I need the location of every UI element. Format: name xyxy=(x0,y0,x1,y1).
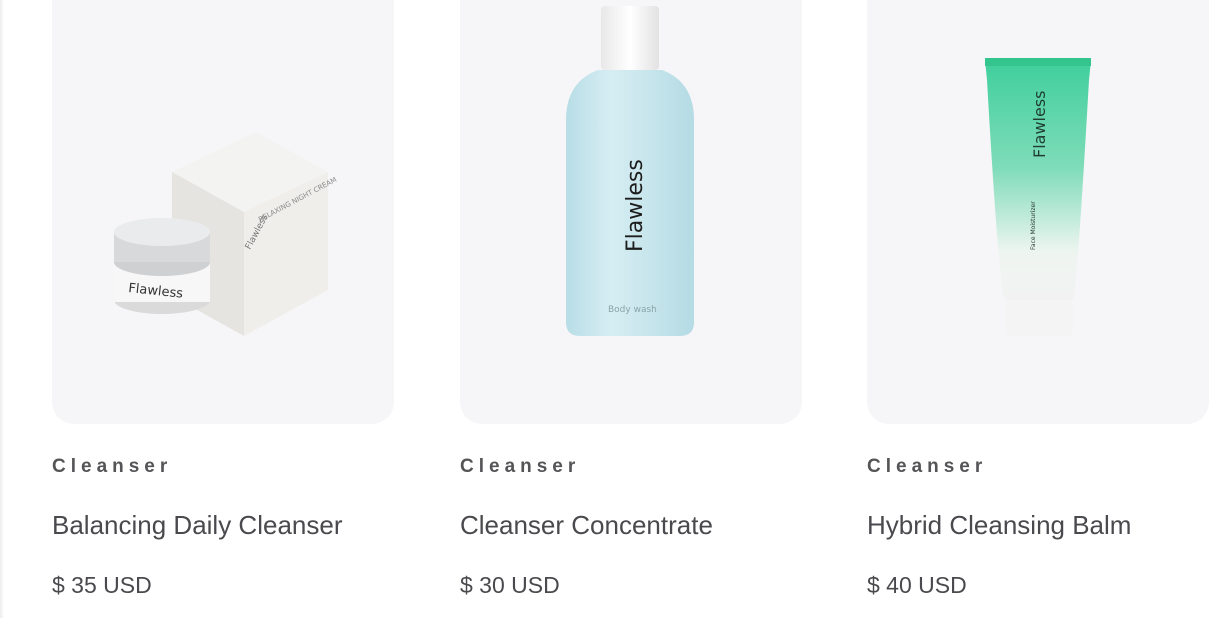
cream-jar-box-image: RELAXING NIGHT CREAM Flawless Flawless xyxy=(114,132,338,336)
product-image[interactable]: Flawless Face Moisturizer xyxy=(867,0,1209,424)
tube-image: Flawless Face Moisturizer xyxy=(985,58,1091,336)
product-category: Cleanser xyxy=(867,456,988,477)
product-card-hybrid-cleansing-balm[interactable]: Flawless Face Moisturizer Cleanser Hybri… xyxy=(867,0,1209,618)
product-category: Cleanser xyxy=(52,456,173,477)
product-image[interactable]: Flawless Body wash xyxy=(460,0,802,424)
product-category: Cleanser xyxy=(460,456,581,477)
product-image[interactable]: RELAXING NIGHT CREAM Flawless Flawless xyxy=(52,0,394,424)
product-name[interactable]: Balancing Daily Cleanser xyxy=(52,510,342,541)
bottle-sub: Body wash xyxy=(608,305,657,315)
product-name[interactable]: Cleanser Concentrate xyxy=(460,510,713,541)
product-price: $ 35 USD xyxy=(52,572,152,598)
product-card-balancing-daily-cleanser[interactable]: RELAXING NIGHT CREAM Flawless Flawless C… xyxy=(52,0,394,618)
bottle-image: Flawless Body wash xyxy=(566,6,694,336)
bottle-brand: Flawless xyxy=(623,159,648,252)
product-price: $ 40 USD xyxy=(867,572,967,598)
product-grid: RELAXING NIGHT CREAM Flawless Flawless C… xyxy=(0,0,1227,618)
product-price: $ 30 USD xyxy=(460,572,560,598)
product-card-cleanser-concentrate[interactable]: Flawless Body wash Cleanser Cleanser Con… xyxy=(460,0,802,618)
product-name[interactable]: Hybrid Cleansing Balm xyxy=(867,510,1131,541)
tube-sub: Face Moisturizer xyxy=(1030,201,1037,250)
tube-brand: Flawless xyxy=(1030,91,1049,159)
